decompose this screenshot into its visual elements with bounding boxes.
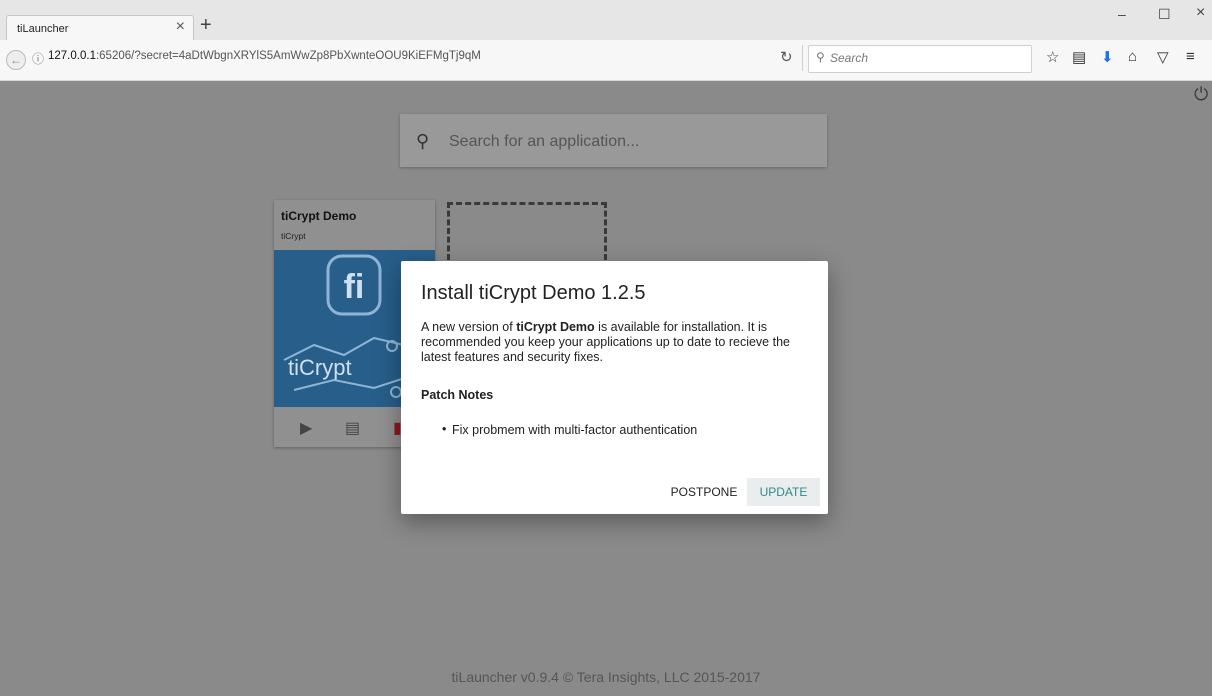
tab-close-icon[interactable]: × [176, 18, 185, 36]
play-icon[interactable]: ▶ [300, 418, 312, 438]
reload-icon[interactable]: ↻ [780, 48, 793, 66]
dialog-body-app: tiCrypt Demo [516, 320, 595, 334]
dialog-body: A new version of tiCrypt Demo is availab… [421, 320, 811, 365]
app-search-placeholder: Search for an application... [449, 133, 640, 150]
dialog-title: Install tiCrypt Demo 1.2.5 [421, 282, 646, 304]
notes-icon[interactable]: ▤ [345, 418, 360, 438]
app-card-title: tiCrypt Demo [281, 209, 357, 223]
update-button[interactable]: UPDATE [747, 478, 820, 506]
app-card-subtitle: tiCrypt [281, 231, 306, 241]
postpone-button[interactable]: POSTPONE [667, 478, 741, 506]
back-icon[interactable]: ← [6, 50, 26, 70]
divider [802, 45, 803, 71]
patch-notes-heading: Patch Notes [421, 388, 494, 402]
patch-note-item: Fix probmem with multi-factor authentica… [452, 423, 698, 437]
bookmark-star-icon[interactable]: ☆ [1046, 48, 1059, 66]
footer-text: tiLauncher v0.9.4 © Tera Insights, LLC 2… [451, 669, 761, 685]
dialog-body-prefix: A new version of [421, 320, 517, 334]
browser-tab[interactable]: tiLauncher × [6, 15, 194, 41]
search-icon: ⚲ [816, 50, 825, 64]
home-icon[interactable]: ⌂ [1128, 48, 1137, 65]
search-icon: ⚲ [416, 131, 430, 151]
minimize-icon[interactable]: – [1118, 6, 1126, 22]
svg-text:fi: fi [344, 268, 365, 306]
download-icon[interactable]: ⬇ [1101, 48, 1114, 66]
url-bar[interactable]: 127.0.0.1:65206/?secret=4aDtWbgnXRYlS5Am… [48, 50, 481, 62]
new-tab-icon[interactable]: + [200, 14, 212, 37]
url-host: 127.0.0.1 [48, 50, 96, 62]
browser-search-placeholder: Search [830, 51, 869, 65]
bullet: • [442, 422, 447, 436]
window-close-icon[interactable]: × [1196, 4, 1205, 22]
menu-icon[interactable]: ≡ [1186, 48, 1195, 65]
info-icon[interactable]: ⓘ [32, 50, 44, 67]
pocket-icon[interactable]: ▽ [1157, 48, 1169, 66]
reading-list-icon[interactable]: ▤ [1072, 48, 1086, 66]
power-icon[interactable]: ⏻ [1194, 84, 1208, 105]
add-app-placeholder[interactable] [447, 202, 607, 260]
card-logo-text: tiCrypt [288, 355, 352, 380]
url-path: :65206/?secret=4aDtWbgnXRYlS5AmWwZp8PbXw… [95, 50, 481, 62]
tab-title: tiLauncher [17, 23, 69, 35]
maximize-icon[interactable]: ☐ [1158, 6, 1171, 23]
